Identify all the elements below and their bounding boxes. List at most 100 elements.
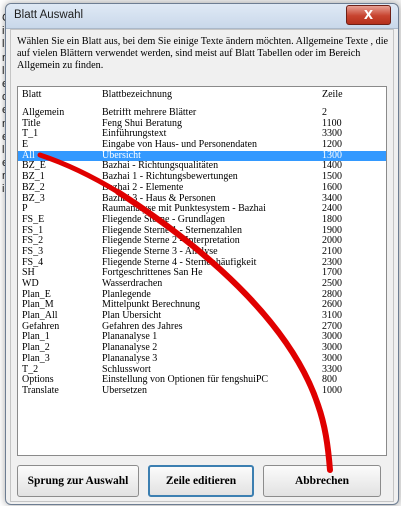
row-zeile: 1800 [322, 214, 342, 225]
row-zeile: 2 [322, 108, 327, 118]
list-row[interactable]: FS_E Fliegende Sterne - Grundlagen 1800 [18, 215, 386, 226]
row-zeile: 2000 [322, 236, 342, 247]
row-blattbezeichnung: Bazhai 3 - Haus & Personen [102, 193, 216, 204]
list-row[interactable]: BZ_1 Bazhai 1 - Richtungsbewertungen 1500 [18, 172, 386, 183]
row-blatt: FS_2 [22, 236, 44, 247]
row-blattbezeichnung: Übersetzen [102, 385, 147, 396]
row-blatt: FS_1 [22, 225, 44, 236]
column-header-blattbezeichnung: Blattbezeichnung [102, 89, 172, 100]
title-bar[interactable]: Blatt Auswahl X [6, 4, 398, 29]
list-row[interactable]: FS_1 Fliegende Sterne 1 - Sternenzahlen 19… [18, 226, 386, 237]
list-row[interactable]: Plan_All Plan Übersicht 3100 [18, 311, 386, 322]
row-zeile: 2500 [322, 279, 342, 289]
row-zeile: 2300 [322, 257, 342, 268]
row-zeile: 2700 [322, 321, 342, 332]
row-blattbezeichnung: Einführungstext [102, 129, 167, 140]
list-row[interactable]: Plan_2 Plananalyse 2 3000 [18, 343, 386, 354]
row-zeile: 800 [322, 375, 337, 386]
row-blattbezeichnung: Fliegende Sterne 4 - Sternenhäufigkeit [102, 257, 257, 268]
list-row[interactable]: FS_3 Fliegende Sterne 3 - Analyse 2100 [18, 247, 386, 258]
row-zeile: 1100 [322, 118, 342, 129]
row-blattbezeichnung: Planlegende [102, 289, 151, 300]
row-blatt: BZ_1 [22, 172, 45, 183]
row-blatt: E [22, 140, 29, 151]
row-zeile: 1700 [322, 268, 342, 279]
row-blatt: Plan_All [22, 311, 58, 322]
row-zeile: 3100 [322, 311, 342, 322]
row-blatt: T_1 [22, 129, 39, 140]
list-row[interactable]: FS_4 Fliegende Sterne 4 - Sternenhäufigke… [18, 258, 386, 269]
row-blatt: SH [22, 268, 35, 279]
row-zeile: 1200 [322, 140, 342, 151]
row-blatt: WD [22, 279, 39, 289]
list-row[interactable]: Options Einstellung von Optionen für feng… [18, 375, 386, 386]
list-row[interactable]: Title Feng Shui Beratung 1100 [18, 119, 386, 130]
row-zeile: 2100 [322, 246, 342, 257]
row-zeile: 3300 [322, 364, 342, 375]
list-row[interactable]: Plan_1 Plananalyse 1 3000 [18, 332, 386, 343]
row-blatt: Plan_E [22, 289, 51, 300]
list-row[interactable]: T_2 Schlusswort 3300 [18, 365, 386, 376]
edit-row-button[interactable]: Zeile editieren [148, 465, 254, 497]
row-zeile: 2800 [322, 289, 342, 300]
list-row[interactable]: T_1 Einführungstext 3300 [18, 129, 386, 140]
row-blattbezeichnung: Schlusswort [102, 364, 151, 375]
column-header-zeile: Zeile [322, 89, 343, 100]
row-blattbezeichnung: Betrifft mehrere Blätter [102, 108, 197, 118]
list-row[interactable]: Gefahren Gefahren des Jahres 2700 [18, 322, 386, 333]
list-row[interactable]: E Eingabe von Haus- und Personendaten 1200 [18, 140, 386, 151]
row-zeile: 1400 [322, 161, 342, 172]
row-blatt: All [22, 150, 35, 161]
row-zeile: 1500 [322, 172, 342, 183]
list-row[interactable]: SH Fortgeschrittenes San He 1700 [18, 268, 386, 279]
row-zeile: 2600 [322, 300, 342, 311]
row-zeile: 2400 [322, 204, 342, 215]
row-blatt: Plan_3 [22, 353, 50, 364]
row-zeile: 3400 [322, 193, 342, 204]
row-zeile: 1300 [322, 150, 342, 161]
cancel-button[interactable]: Abbrechen [263, 465, 381, 497]
row-blattbezeichnung: Feng Shui Beratung [102, 118, 182, 129]
row-blattbezeichnung: Eingabe von Haus- und Personendaten [102, 140, 257, 151]
list-row[interactable]: WD Wasserdrachen 2500 [18, 279, 386, 290]
list-row[interactable]: BZ_3 Bazhai 3 - Haus & Personen 3400 [18, 194, 386, 205]
list-row[interactable]: Plan_3 Plananalyse 3 3000 [18, 354, 386, 365]
dialog-title: Blatt Auswahl [14, 9, 84, 21]
row-blatt: T_2 [22, 364, 39, 375]
close-icon: X [363, 8, 374, 22]
row-blatt: FS_4 [22, 257, 44, 268]
row-blatt: Options [22, 375, 54, 386]
list-row[interactable]: Plan_E Planlegende 2800 [18, 290, 386, 301]
row-blatt: FS_E [22, 214, 45, 225]
jump-to-selection-button[interactable]: Sprung zur Auswahl [17, 465, 139, 497]
list-row[interactable]: P Raumanalyse mit Punktesystem - Bazhai 24… [18, 204, 386, 215]
row-blattbezeichnung: Plananalyse 2 [102, 343, 158, 354]
list-row[interactable]: FS_2 Fliegende Sterne 2 - Interpretation 2… [18, 236, 386, 247]
row-blattbezeichnung: Fliegende Sterne 1 - Sternenzahlen [102, 225, 242, 236]
row-blatt: FS_3 [22, 246, 44, 257]
list-rows: Allgemein Betrifft mehrere Blätter 2 Title F… [18, 108, 386, 397]
row-blattbezeichnung: Bazhai - Richtungsqualitäten [102, 161, 219, 172]
list-row-selected[interactable]: All Übersicht 1300 [18, 150, 386, 162]
list-row[interactable]: BZ_2 Bazhai 2 - Elemente 1600 [18, 183, 386, 194]
row-blattbezeichnung: Wasserdrachen [102, 279, 163, 289]
list-row[interactable]: Plan_M Mittelpunkt Berechnung 2600 [18, 300, 386, 311]
row-blatt: BZ_E [22, 161, 46, 172]
close-button[interactable]: X [346, 5, 391, 25]
list-row[interactable]: BZ_E Bazhai - Richtungsqualitäten 1400 [18, 161, 386, 172]
list-row[interactable]: Translate Übersetzen 1000 [18, 386, 386, 397]
row-blatt: Plan_1 [22, 332, 50, 343]
row-blattbezeichnung: Bazhai 1 - Richtungsbewertungen [102, 172, 238, 183]
list-row[interactable]: Allgemein Betrifft mehrere Blätter 2 [18, 108, 386, 119]
row-zeile: 3000 [322, 332, 342, 343]
row-blatt: Gefahren [22, 321, 60, 332]
sheet-listbox[interactable]: Blatt Blattbezeichnung Zeile Allgemein Be… [17, 86, 387, 456]
row-blattbezeichnung: Fliegende Sterne 2 - Interpretation [102, 236, 240, 247]
row-blattbezeichnung: Bazhai 2 - Elemente [102, 182, 184, 193]
row-blattbezeichnung: Fliegende Sterne 3 - Analyse [102, 246, 218, 257]
blatt-auswahl-dialog: Blatt Auswahl X Wählen Sie ein Blatt aus… [5, 3, 399, 505]
row-blattbezeichnung: Plananalyse 3 [102, 353, 158, 364]
row-blatt: Allgemein [22, 108, 65, 118]
list-header-spacer [18, 101, 386, 108]
row-zeile: 3300 [322, 129, 342, 140]
